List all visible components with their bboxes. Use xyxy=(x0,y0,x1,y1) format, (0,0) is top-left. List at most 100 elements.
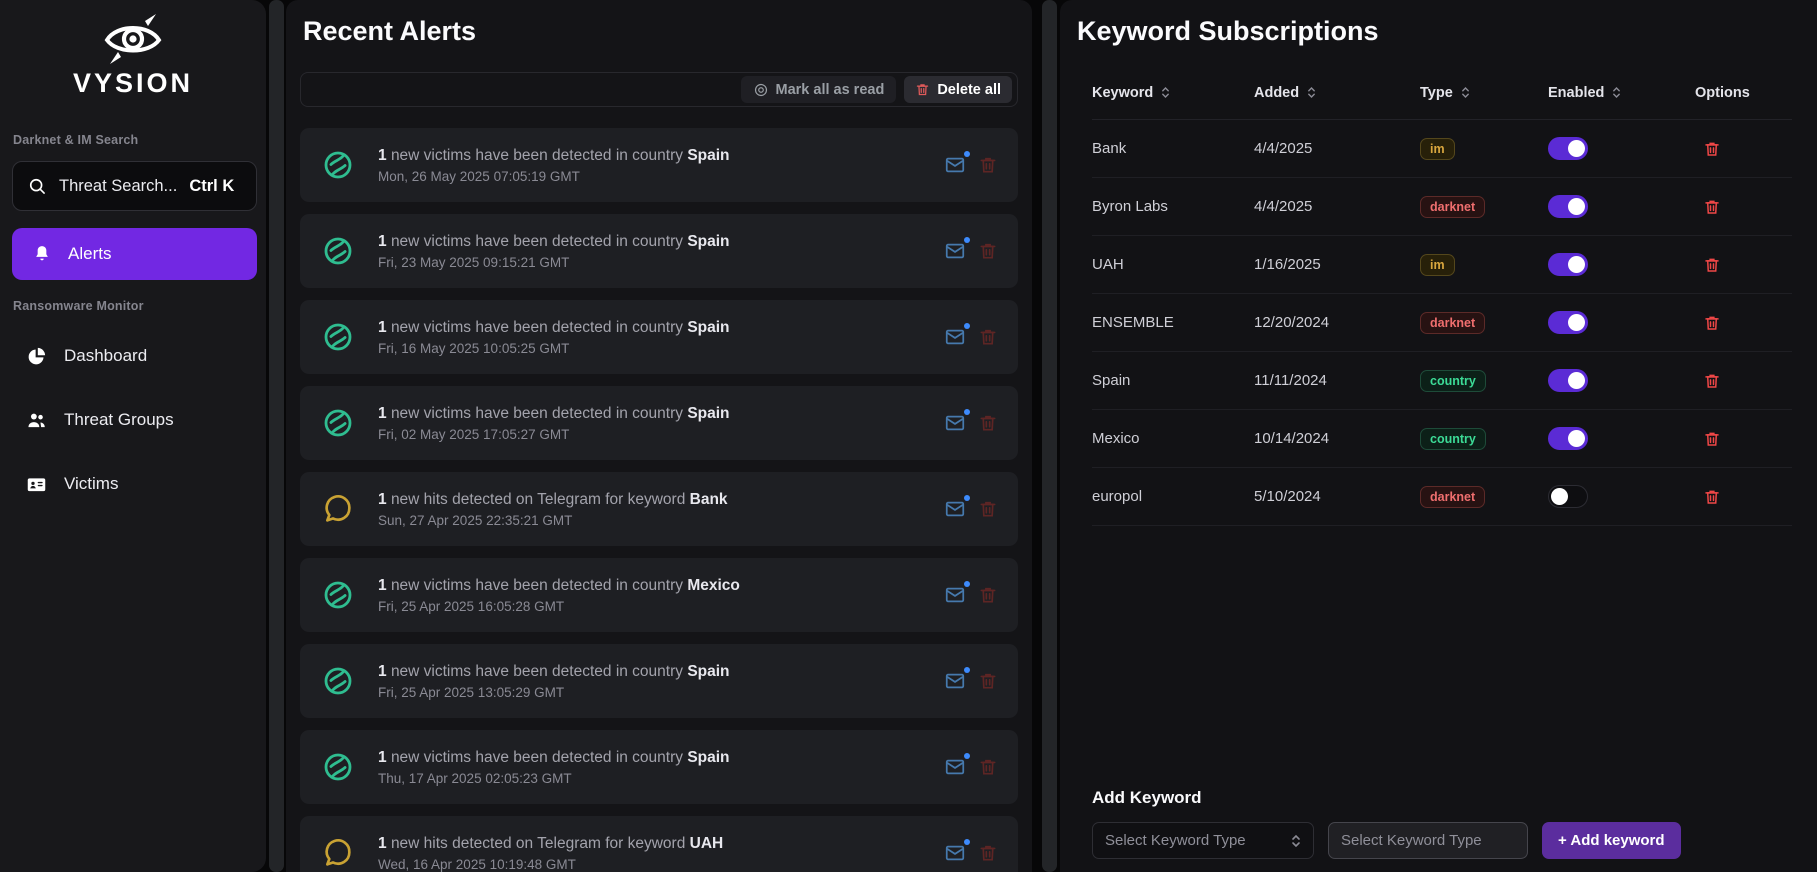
delete-subscription-icon[interactable] xyxy=(1703,430,1721,448)
alert-title: 1 new victims have been detected in coun… xyxy=(378,663,730,681)
mark-read-icon[interactable] xyxy=(944,498,966,520)
add-keyword-controls: Select Keyword Type + Add keyword xyxy=(1092,822,1681,859)
sidebar-item-label: Victims xyxy=(64,474,118,494)
alert-actions xyxy=(944,326,998,348)
alert-text: 1 new victims have been detected in coun… xyxy=(378,319,730,356)
enabled-toggle[interactable] xyxy=(1548,369,1588,392)
added-cell: 4/4/2025 xyxy=(1254,140,1420,157)
alert-timestamp: Mon, 26 May 2025 07:05:19 GMT xyxy=(378,169,730,184)
added-cell: 11/11/2024 xyxy=(1254,372,1420,389)
added-cell: 1/16/2025 xyxy=(1254,256,1420,273)
keyword-input[interactable] xyxy=(1328,822,1528,859)
alert-timestamp: Sun, 27 Apr 2025 22:35:21 GMT xyxy=(378,513,728,528)
mark-read-icon[interactable] xyxy=(944,154,966,176)
alert-actions xyxy=(944,842,998,864)
column-header-keyword[interactable]: Keyword xyxy=(1092,85,1254,101)
sidebar-item-label: Threat Groups xyxy=(64,410,174,430)
delete-alert-icon[interactable] xyxy=(978,499,998,519)
chat-bubble-icon xyxy=(322,837,354,869)
sidebar-item-threat-groups[interactable]: Threat Groups xyxy=(12,400,257,440)
delete-all-button[interactable]: Delete all xyxy=(904,76,1012,103)
threat-search-input[interactable]: Threat Search... Ctrl K xyxy=(12,161,257,211)
alert-title: 1 new victims have been detected in coun… xyxy=(378,147,730,165)
delete-subscription-icon[interactable] xyxy=(1703,140,1721,158)
enabled-toggle[interactable] xyxy=(1548,427,1588,450)
sort-icon xyxy=(1307,85,1316,100)
column-header-enabled[interactable]: Enabled xyxy=(1548,85,1695,101)
scrollbar-alerts[interactable] xyxy=(1042,0,1057,872)
delete-alert-icon[interactable] xyxy=(978,327,998,347)
alert-actions xyxy=(944,584,998,606)
alert-actions xyxy=(944,412,998,434)
subscription-row: ENSEMBLE 12/20/2024 darknet xyxy=(1092,294,1792,352)
keyword-cell: Bank xyxy=(1092,140,1254,157)
delete-alert-icon[interactable] xyxy=(978,241,998,261)
delete-alert-icon[interactable] xyxy=(978,413,998,433)
unread-dot xyxy=(964,237,970,243)
mark-read-icon[interactable] xyxy=(944,842,966,864)
delete-alert-icon[interactable] xyxy=(978,155,998,175)
globe-icon xyxy=(322,665,354,697)
delete-alert-icon[interactable] xyxy=(978,671,998,691)
sidebar-item-dashboard[interactable]: Dashboard xyxy=(12,336,257,376)
type-badge: im xyxy=(1420,254,1455,276)
subscription-row: Bank 4/4/2025 im xyxy=(1092,120,1792,178)
mark-all-as-read-button[interactable]: Mark all as read xyxy=(741,76,897,103)
mark-read-icon[interactable] xyxy=(944,670,966,692)
globe-icon xyxy=(322,149,354,181)
alert-text: 1 new hits detected on Telegram for keyw… xyxy=(378,491,728,528)
keyword-cell: Spain xyxy=(1092,372,1254,389)
bell-icon xyxy=(32,244,52,264)
delete-alert-icon[interactable] xyxy=(978,843,998,863)
alert-title: 1 new hits detected on Telegram for keyw… xyxy=(378,835,723,853)
alert-timestamp: Fri, 25 Apr 2025 16:05:28 GMT xyxy=(378,599,740,614)
mark-all-label: Mark all as read xyxy=(776,82,885,98)
column-header-type[interactable]: Type xyxy=(1420,85,1548,101)
delete-subscription-icon[interactable] xyxy=(1703,488,1721,506)
alerts-list: 1 new victims have been detected in coun… xyxy=(300,128,1018,872)
sidebar-item-victims[interactable]: Victims xyxy=(12,464,257,504)
sort-icon xyxy=(1461,85,1470,100)
keyword-cell: europol xyxy=(1092,488,1254,505)
enabled-toggle[interactable] xyxy=(1548,137,1588,160)
toggle-knob xyxy=(1568,256,1585,273)
unread-dot xyxy=(964,409,970,415)
enabled-toggle[interactable] xyxy=(1548,195,1588,218)
mark-read-icon[interactable] xyxy=(944,412,966,434)
add-keyword-button[interactable]: + Add keyword xyxy=(1542,822,1681,859)
alert-title: 1 new victims have been detected in coun… xyxy=(378,577,740,595)
section-label-darknet-im-search: Darknet & IM Search xyxy=(13,133,138,147)
enabled-toggle[interactable] xyxy=(1548,311,1588,334)
enabled-toggle[interactable] xyxy=(1548,253,1588,276)
alert-item: 1 new victims have been detected in coun… xyxy=(300,558,1018,632)
sort-icon xyxy=(1161,85,1170,100)
unread-dot xyxy=(964,151,970,157)
delete-subscription-icon[interactable] xyxy=(1703,198,1721,216)
delete-subscription-icon[interactable] xyxy=(1703,256,1721,274)
column-header-added[interactable]: Added xyxy=(1254,85,1420,101)
alert-timestamp: Fri, 23 May 2025 09:15:21 GMT xyxy=(378,255,730,270)
alert-text: 1 new victims have been detected in coun… xyxy=(378,577,740,614)
mark-read-icon[interactable] xyxy=(944,240,966,262)
alert-text: 1 new hits detected on Telegram for keyw… xyxy=(378,835,723,872)
scrollbar-sidebar[interactable] xyxy=(269,0,284,872)
alert-title: 1 new victims have been detected in coun… xyxy=(378,749,730,767)
pie-chart-icon xyxy=(26,346,47,367)
subscriptions-rows: Bank 4/4/2025 im Byron Labs 4/4/2025 dar… xyxy=(1092,120,1792,526)
subscription-row: Byron Labs 4/4/2025 darknet xyxy=(1092,178,1792,236)
type-badge: country xyxy=(1420,428,1486,450)
delete-subscription-icon[interactable] xyxy=(1703,372,1721,390)
delete-all-label: Delete all xyxy=(937,82,1001,98)
mark-read-icon[interactable] xyxy=(944,756,966,778)
keyword-type-select[interactable]: Select Keyword Type xyxy=(1092,822,1314,859)
mark-read-icon[interactable] xyxy=(944,584,966,606)
sidebar-item-alerts[interactable]: Alerts xyxy=(12,228,257,280)
enabled-toggle[interactable] xyxy=(1548,485,1588,508)
mark-read-icon[interactable] xyxy=(944,326,966,348)
trash-icon xyxy=(915,82,930,97)
add-keyword-heading: Add Keyword xyxy=(1092,788,1202,808)
delete-alert-icon[interactable] xyxy=(978,585,998,605)
delete-subscription-icon[interactable] xyxy=(1703,314,1721,332)
delete-alert-icon[interactable] xyxy=(978,757,998,777)
toggle-knob xyxy=(1568,430,1585,447)
